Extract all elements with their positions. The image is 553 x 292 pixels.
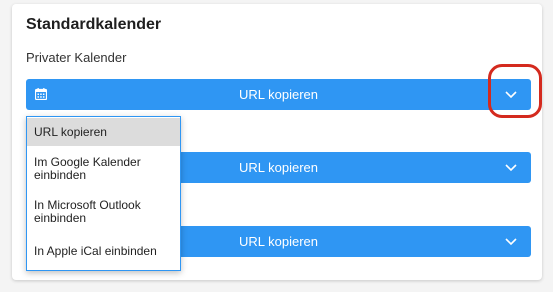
section-label-private: Privater Kalender (26, 50, 127, 65)
highlight-ring-annotation (488, 64, 542, 118)
copy-url-button-label[interactable]: URL kopieren (26, 79, 531, 110)
copy-url-split-button-1[interactable]: URL kopieren (26, 79, 531, 110)
dropdown-toggle-3[interactable] (491, 226, 531, 257)
menu-item-apple-ical[interactable]: In Apple iCal einbinden (27, 239, 180, 263)
menu-item-google-calendar[interactable]: Im Google Kalender einbinden (27, 153, 180, 185)
dropdown-toggle-2[interactable] (491, 152, 531, 183)
menu-item-copy-url[interactable]: URL kopieren (27, 118, 180, 146)
chevron-down-icon (505, 164, 517, 172)
menu-item-outlook[interactable]: In Microsoft Outlook einbinden (27, 196, 180, 228)
chevron-down-icon (505, 238, 517, 246)
card-title: Standardkalender (26, 16, 162, 33)
export-options-menu: URL kopieren Im Google Kalender einbinde… (26, 116, 181, 271)
